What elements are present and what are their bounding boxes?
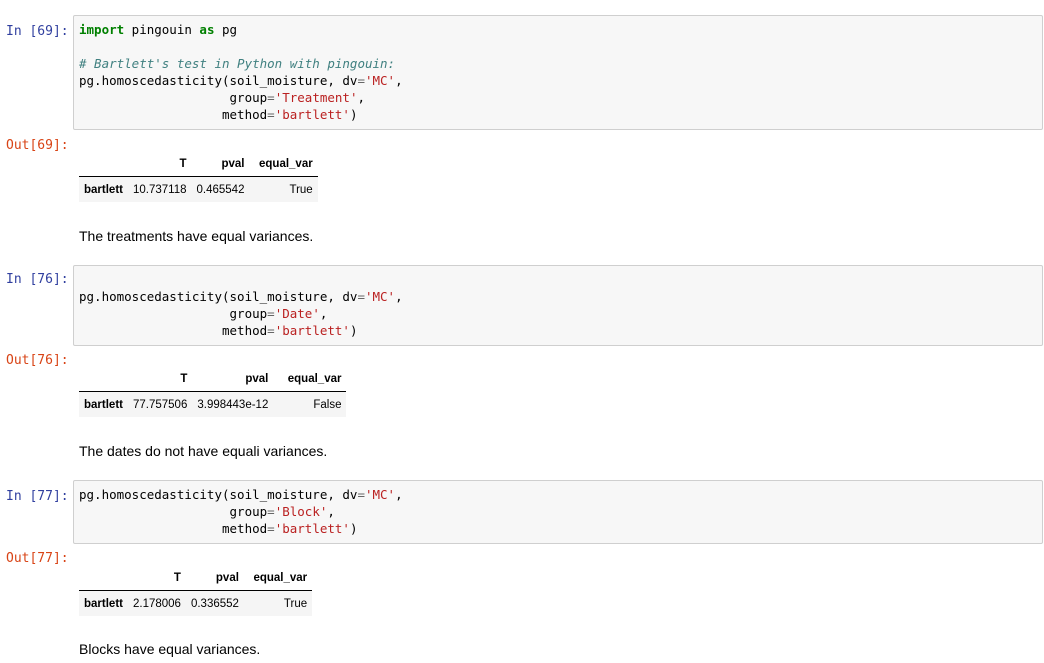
table-header-cell: T [127, 564, 186, 591]
code-line: method='bartlett') [79, 520, 1042, 537]
code-token: , [357, 90, 366, 105]
code-string: 'MC' [364, 289, 396, 304]
code-token: import [79, 22, 125, 37]
table-cell: 0.336552 [185, 590, 244, 616]
input-prompt: In [77]: [6, 489, 69, 504]
code-string: 'Treatment' [274, 90, 358, 105]
table-cell: True [243, 590, 313, 616]
code-operator: = [357, 487, 365, 502]
table-header-row: T pval equal_var [79, 564, 313, 591]
table-cell: 77.757506 [127, 391, 193, 417]
table-header-cell: pval [191, 150, 250, 177]
code-line: method='bartlett') [79, 322, 1042, 339]
code-line: pg.homoscedasticity(soil_moisture, dv='M… [79, 288, 1042, 305]
code-line: method='bartlett') [79, 106, 1042, 123]
code-line: group='Date', [79, 305, 1042, 322]
code-input-cell[interactable]: pg.homoscedasticity(soil_moisture, dv='M… [73, 480, 1043, 544]
table-header-cell [79, 564, 128, 591]
code-operator: = [267, 521, 275, 536]
row-label: bartlett [79, 176, 128, 202]
code-line: pg.homoscedasticity(soil_moisture, dv='M… [79, 486, 1042, 503]
code-token: group [79, 504, 268, 519]
table-header-cell: T [127, 365, 193, 392]
code-operator: = [267, 107, 275, 122]
table-header-row: T pval equal_var [79, 365, 347, 392]
code-string: 'bartlett' [274, 521, 350, 536]
markdown-text: The dates do not have equali variances. [79, 443, 328, 459]
code-token: method [79, 107, 268, 122]
code-line: group='Treatment', [79, 89, 1042, 106]
markdown-text: Blocks have equal variances. [79, 641, 261, 657]
code-input-cell[interactable]: import pingouin as pg # Bartlett's test … [73, 15, 1043, 130]
table-header-cell [79, 150, 128, 177]
code-token: group [79, 90, 268, 105]
code-token: ) [349, 521, 358, 536]
table-row: bartlett 10.737118 0.465542 True [79, 176, 318, 202]
code-string: 'MC' [364, 487, 396, 502]
table-row: bartlett 2.178006 0.336552 True [79, 590, 313, 616]
code-token: group [79, 306, 268, 321]
code-line: pg.homoscedasticity(soil_moisture, dv='M… [79, 72, 1042, 89]
table-cell: 0.465542 [191, 176, 250, 202]
code-line: group='Block', [79, 503, 1042, 520]
code-token: , [319, 306, 328, 321]
table-header-cell: equal_var [249, 150, 318, 177]
output-prompt: Out[76]: [6, 353, 69, 368]
code-operator: = [357, 73, 365, 88]
code-string: 'Block' [274, 504, 328, 519]
output-dataframe: T pval equal_var bartlett 2.178006 0.336… [79, 564, 313, 616]
markdown-text: The treatments have equal variances. [79, 228, 314, 244]
code-operator: = [267, 323, 275, 338]
table-header-cell: equal_var [243, 564, 313, 591]
table-header-row: T pval equal_var [79, 150, 318, 177]
table-cell: 3.998443e-12 [192, 391, 274, 417]
code-operator: = [267, 504, 275, 519]
table-header-cell [79, 365, 128, 392]
table-cell: True [249, 176, 318, 202]
table-header-cell: equal_var [273, 365, 347, 392]
row-label: bartlett [79, 391, 128, 417]
table-row: bartlett 77.757506 3.998443e-12 False [79, 391, 347, 417]
output-dataframe: T pval equal_var bartlett 77.757506 3.99… [79, 365, 347, 417]
code-token: , [327, 504, 335, 519]
code-line: import pingouin as pg [79, 21, 1042, 38]
output-prompt: Out[69]: [6, 138, 69, 153]
table-header-cell: pval [185, 564, 244, 591]
code-token: pingouin [124, 22, 200, 37]
code-token: pg.homoscedasticity(soil_moisture, dv [79, 487, 358, 502]
code-string: 'bartlett' [274, 323, 350, 338]
table-cell: 10.737118 [127, 176, 192, 202]
code-operator: = [267, 90, 275, 105]
code-string: 'Date' [274, 306, 320, 321]
code-token: as [199, 22, 215, 37]
output-prompt: Out[77]: [6, 551, 69, 566]
code-token: ) [349, 107, 358, 122]
table-cell: False [273, 391, 347, 417]
table-header-cell: T [127, 150, 192, 177]
code-line: # Bartlett's test in Python with pingoui… [79, 55, 1042, 72]
code-token: pg.homoscedasticity(soil_moisture, dv [79, 289, 358, 304]
code-token: pg [214, 22, 238, 37]
row-label: bartlett [79, 590, 128, 616]
output-dataframe: T pval equal_var bartlett 10.737118 0.46… [79, 150, 318, 202]
code-string: 'bartlett' [274, 107, 350, 122]
code-token: method [79, 323, 268, 338]
code-token: ) [349, 323, 358, 338]
table-header-cell: pval [192, 365, 274, 392]
code-operator: = [357, 289, 365, 304]
input-prompt: In [76]: [6, 272, 69, 287]
code-comment: # Bartlett's test in Python with pingoui… [79, 56, 396, 71]
code-string: 'MC' [364, 73, 396, 88]
input-prompt: In [69]: [6, 24, 69, 39]
code-token: , [395, 73, 403, 88]
code-token: , [395, 289, 403, 304]
code-token: , [395, 487, 403, 502]
code-input-cell[interactable]: pg.homoscedasticity(soil_moisture, dv='M… [73, 265, 1043, 346]
table-cell: 2.178006 [127, 590, 186, 616]
code-operator: = [267, 306, 275, 321]
code-token: method [79, 521, 268, 536]
code-token: pg.homoscedasticity(soil_moisture, dv [79, 73, 358, 88]
